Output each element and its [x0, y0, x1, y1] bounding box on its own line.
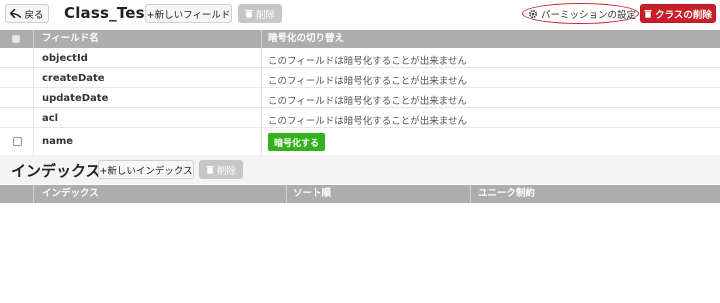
encryption-message: このフィールドは暗号化することが出来ません	[268, 116, 468, 127]
unique-constraint-header: ユニーク制約	[478, 188, 536, 199]
delete-label: 削除	[255, 9, 275, 21]
new-field-label: +新しいフィールド	[146, 9, 231, 21]
index-header: インデックス	[42, 188, 99, 199]
fields-table-header: フィールド名 暗号化の切り替え	[0, 30, 720, 48]
delete-index-button[interactable]: 削除	[199, 160, 243, 179]
encryption-message: このフィールドは暗号化することが出来ません	[268, 76, 468, 87]
back-button[interactable]: 戻る	[5, 4, 49, 23]
index-table-header: インデックス ソート順 ユニーク制約	[0, 185, 720, 203]
permission-settings-button[interactable]: パーミッションの設定	[528, 5, 636, 22]
new-index-button[interactable]: +新しいインデックス	[98, 160, 194, 179]
field-name: name	[42, 136, 74, 147]
delete-label: 削除	[216, 165, 236, 177]
field-name: updateDate	[42, 93, 109, 104]
field-name: createDate	[42, 73, 105, 84]
trash-icon	[206, 166, 214, 174]
field-name-header: フィールド名	[42, 33, 99, 44]
new-index-label: +新しいインデックス	[99, 165, 193, 177]
trash-icon	[644, 10, 652, 18]
table-row: createDate このフィールドは暗号化することが出来ません	[0, 68, 720, 88]
table-row: updateDate このフィールドは暗号化することが出来ません	[0, 88, 720, 108]
table-row: objectId このフィールドは暗号化することが出来ません	[0, 48, 720, 68]
encryption-message: このフィールドは暗号化することが出来ません	[268, 56, 468, 67]
sort-order-header: ソート順	[293, 188, 332, 199]
index-section-title: インデックス	[11, 162, 101, 180]
delete-field-button[interactable]: 削除	[238, 4, 282, 23]
permission-label: パーミッションの設定	[541, 9, 637, 21]
select-all-checkbox[interactable]	[12, 35, 20, 43]
gear-icon	[528, 9, 538, 18]
encrypt-button[interactable]: 暗号化する	[268, 133, 325, 151]
back-label: 戻る	[24, 9, 44, 21]
table-row: acl このフィールドは暗号化することが出来ません	[0, 108, 720, 128]
row-checkbox[interactable]	[13, 137, 22, 146]
back-arrow-icon	[10, 9, 22, 18]
table-row: name	[0, 128, 720, 155]
trash-icon	[245, 10, 253, 18]
index-table-body	[0, 203, 720, 303]
delete-class-label: クラスの削除	[655, 9, 712, 21]
class-title: Class_Test	[64, 4, 153, 22]
encryption-toggle-header: 暗号化の切り替え	[268, 33, 345, 44]
delete-class-button[interactable]: クラスの削除	[640, 4, 716, 23]
new-field-button[interactable]: +新しいフィールド	[145, 4, 232, 23]
encryption-message: このフィールドは暗号化することが出来ません	[268, 96, 468, 107]
field-name: acl	[42, 113, 59, 124]
field-name: objectId	[42, 53, 88, 64]
